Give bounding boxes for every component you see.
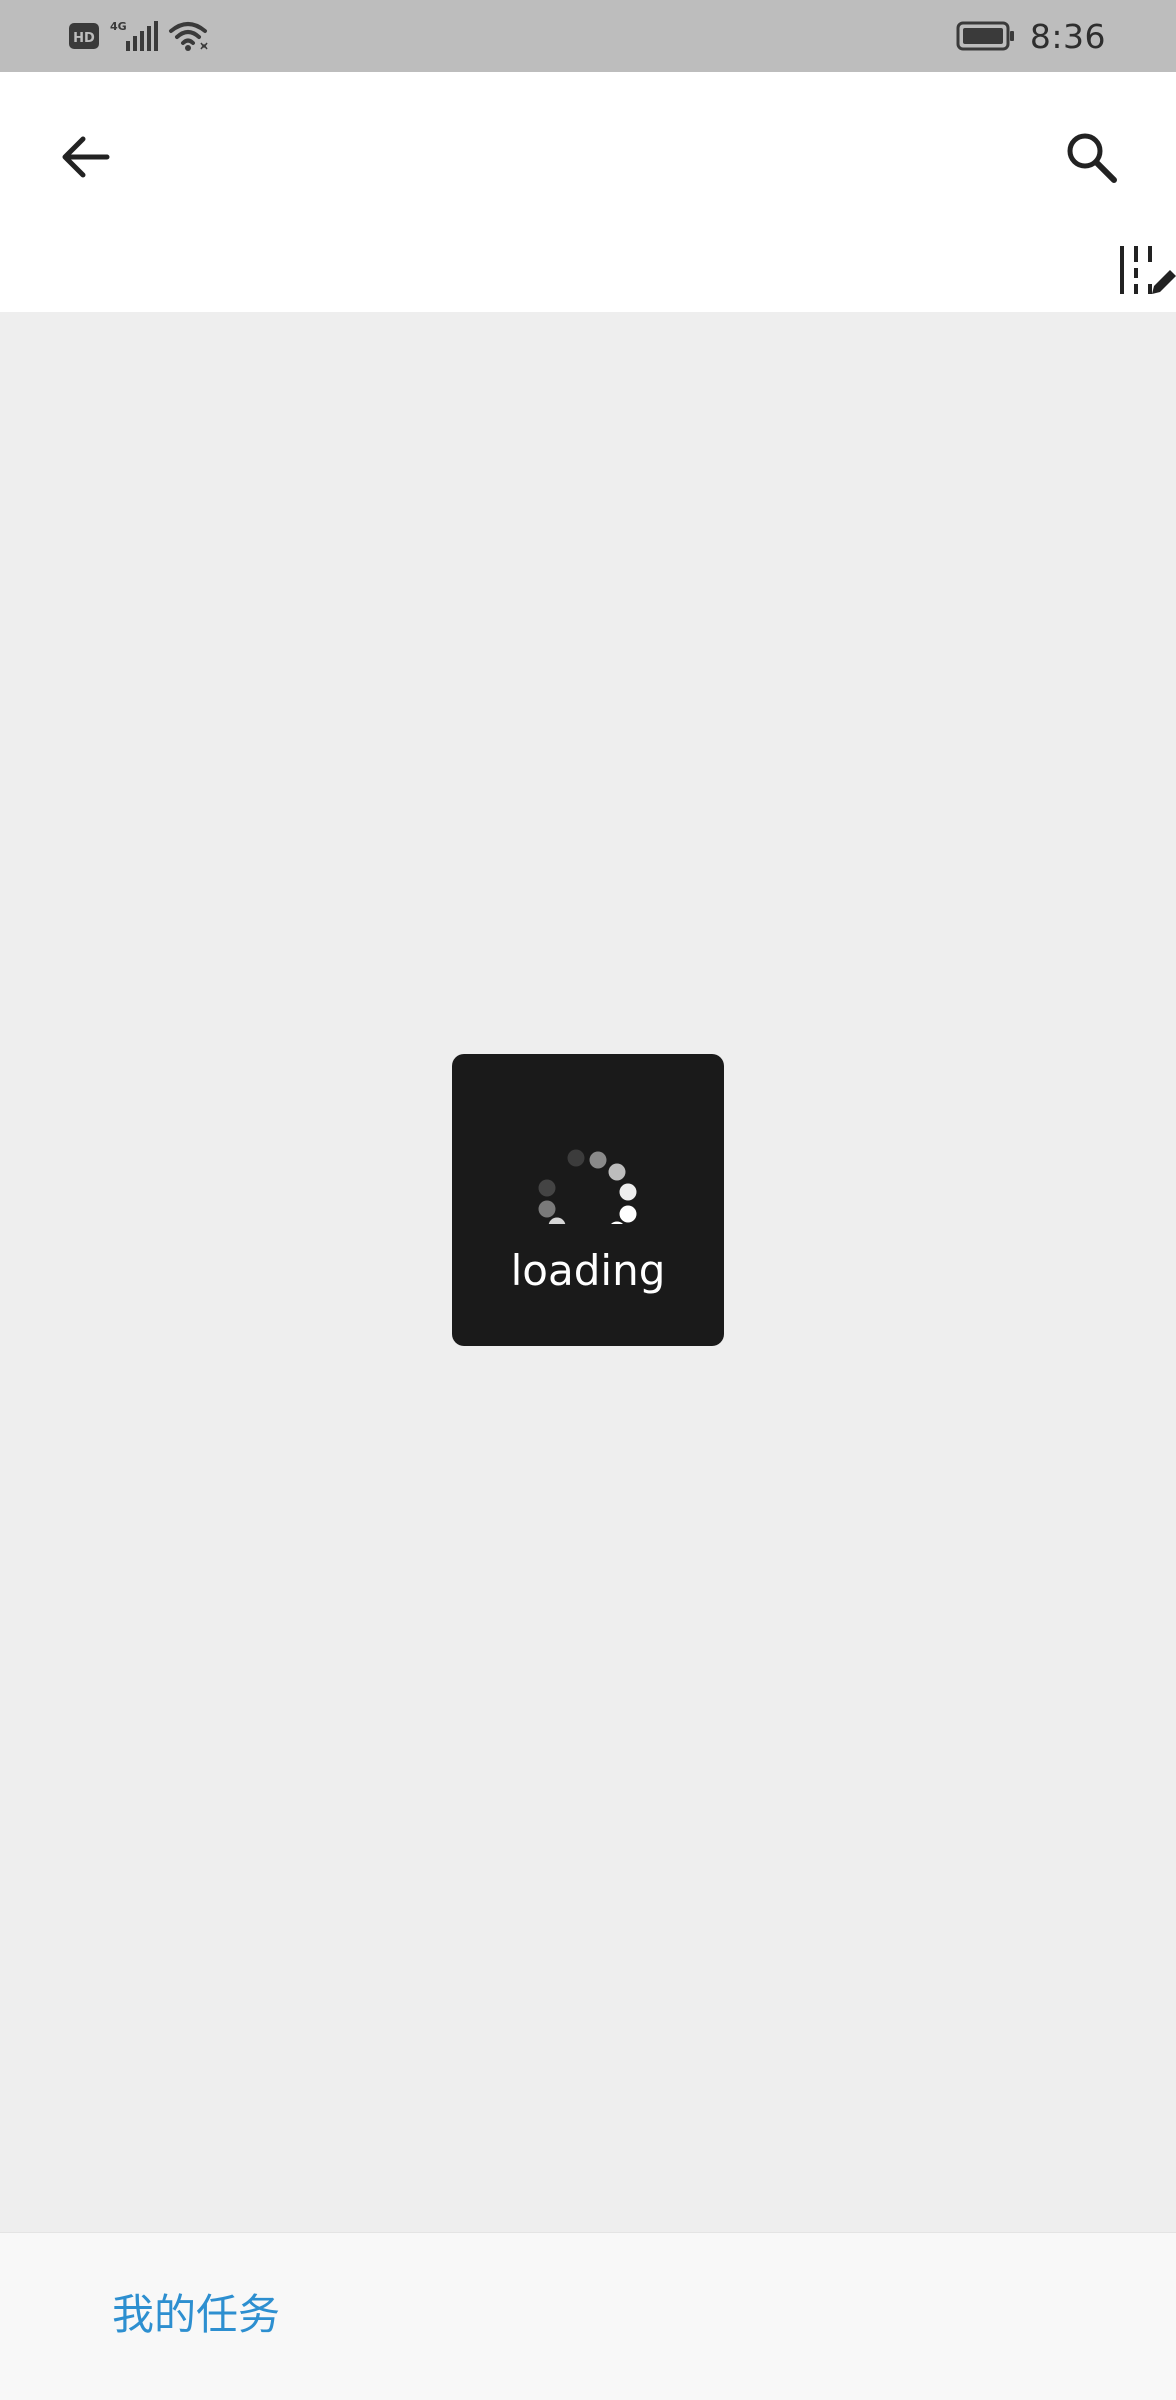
search-icon <box>1067 133 1117 183</box>
my-tasks-link[interactable]: 我的任务 <box>112 2289 280 2341</box>
loading-spinner-icon <box>538 1149 637 1224</box>
status-time: 8:36 <box>1029 16 1106 56</box>
screen: HD 4G 8:36 loading 我的任务 <box>0 0 1176 2400</box>
edit-columns-button[interactable] <box>1114 242 1176 302</box>
hd-icon: HD <box>69 23 99 49</box>
network-type-text: 4G <box>110 20 127 33</box>
hd-badge-text: HD <box>73 31 95 46</box>
wifi-icon <box>169 22 208 51</box>
search-button[interactable] <box>1056 122 1126 192</box>
signal-icon: 4G <box>110 20 158 51</box>
back-button[interactable] <box>50 122 120 192</box>
arrow-back-icon <box>62 136 110 178</box>
loading-label: loading <box>510 1246 666 1295</box>
status-left: HD 4G <box>68 18 210 54</box>
status-bar: HD 4G 8:36 <box>0 0 1176 72</box>
edit-columns-icon <box>1120 246 1176 294</box>
app-bar <box>0 72 1176 312</box>
battery-icon <box>956 21 1014 51</box>
status-right: 8:36 <box>956 14 1106 58</box>
bottom-bar: 我的任务 <box>0 2232 1176 2400</box>
loading-dialog: loading <box>452 1054 724 1346</box>
